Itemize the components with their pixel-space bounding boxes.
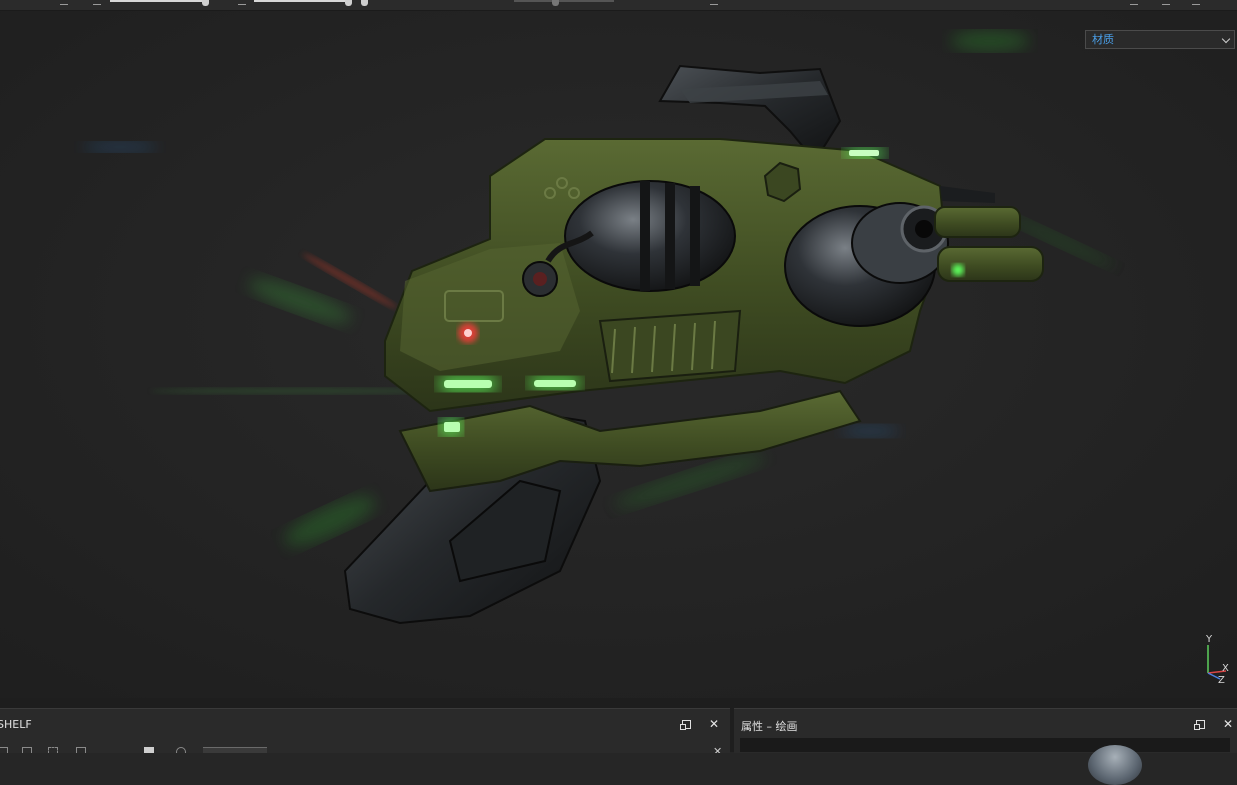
toolbar-chevron-icon[interactable] — [60, 0, 68, 5]
shelf-view-icon[interactable] — [76, 747, 86, 753]
toolbar-chevron-icon[interactable] — [710, 0, 718, 5]
properties-content — [740, 738, 1230, 752]
float-window-icon[interactable] — [1194, 720, 1205, 730]
brush-flow-slider-handle[interactable] — [345, 0, 352, 6]
brush-flow-slider-secondary-handle[interactable] — [361, 0, 368, 6]
toolbar-chevron-icon[interactable] — [238, 0, 246, 5]
shelf-panel-title: SHELF — [0, 718, 32, 731]
shelf-filter-icon[interactable] — [144, 747, 154, 753]
3d-viewport[interactable]: 材质 Y X Z — [0, 11, 1237, 698]
material-preview-sphere — [1088, 745, 1142, 785]
shelf-search-icon[interactable] — [176, 747, 186, 753]
top-toolbar — [0, 0, 1237, 11]
viewport-canvas[interactable] — [0, 11, 1237, 698]
properties-panel-title: 属性 – 绘画 — [741, 720, 798, 733]
axis-label-y: Y — [1206, 634, 1213, 645]
toolbar-chevron-icon[interactable] — [1162, 0, 1170, 5]
toolbar-chevron-icon[interactable] — [1192, 0, 1200, 5]
shelf-brush-icon[interactable] — [48, 747, 58, 753]
brush-hardness-slider[interactable] — [514, 0, 614, 2]
brush-size-slider[interactable] — [110, 0, 205, 2]
chevron-down-icon — [1221, 34, 1231, 44]
toolbar-chevron-icon[interactable] — [1130, 0, 1138, 5]
render-mode-value: 材质 — [1092, 33, 1114, 46]
panel-separator[interactable] — [0, 698, 1237, 708]
shelf-tab[interactable] — [203, 747, 267, 753]
brush-flow-slider[interactable] — [254, 0, 348, 2]
shelf-save-icon[interactable] — [22, 747, 32, 753]
float-window-icon[interactable] — [680, 720, 691, 730]
brush-hardness-slider-handle[interactable] — [552, 0, 559, 6]
brush-size-slider-handle[interactable] — [202, 0, 209, 6]
shelf-panel: SHELF ✕ ✕ — [0, 708, 730, 753]
render-mode-select[interactable]: 材质 — [1085, 30, 1235, 49]
axis-gizmo-icon: Y X Z — [1196, 634, 1232, 689]
close-icon[interactable]: ✕ — [1222, 718, 1234, 730]
shelf-tool-icon[interactable] — [0, 747, 8, 753]
toolbar-chevron-icon[interactable] — [93, 0, 101, 5]
close-icon[interactable]: ✕ — [708, 718, 720, 730]
axis-label-z: Z — [1218, 675, 1225, 686]
axis-label-x: X — [1222, 663, 1229, 674]
